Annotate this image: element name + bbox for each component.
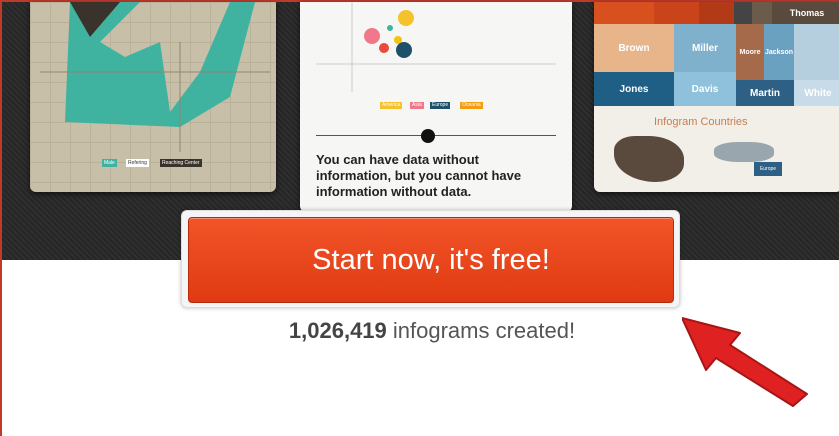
tile-white: White — [794, 80, 839, 106]
tile — [752, 2, 772, 24]
map-shape — [714, 142, 774, 162]
legend-chip-3: Reaching Center — [160, 159, 202, 167]
tile-jackson: Jackson — [764, 24, 794, 80]
tile-davis: Davis — [674, 72, 736, 106]
tile — [594, 2, 654, 24]
map-shape — [614, 136, 684, 182]
legend-chip-2: Refering — [126, 159, 149, 167]
legend-chip-asia: Asia — [410, 102, 424, 109]
tile — [734, 2, 752, 24]
divider — [316, 135, 556, 136]
tile-moore: Moore — [736, 24, 764, 80]
legend-chip-oceania: Oceania — [460, 102, 483, 109]
start-now-button[interactable]: Start now, it's free! — [188, 217, 674, 303]
tile-jones: Jones — [594, 72, 674, 106]
bubble-chart-graphic — [316, 2, 556, 92]
legend-chip-america: America — [380, 102, 403, 109]
tile-brown: Brown — [594, 24, 674, 72]
map-label: Europe — [754, 162, 782, 176]
count-suffix: infograms created! — [386, 318, 576, 343]
tile-miller: Miller — [674, 24, 736, 72]
red-arrow-icon — [682, 317, 808, 407]
quote-text: You can have data without information, b… — [316, 152, 522, 199]
tile — [794, 24, 839, 80]
legend-chip-europe: Europe — [430, 102, 451, 109]
tile — [654, 2, 699, 24]
tile — [699, 2, 734, 24]
legend-chip-1: Male — [102, 159, 117, 167]
area-chart-graphic — [40, 2, 270, 152]
count-value: 1,026,419 — [288, 318, 387, 343]
tile-martin: Martin — [736, 80, 794, 106]
quote-icon — [421, 129, 435, 143]
infographic-card-area-chart[interactable]: Male Refering Reaching Center — [30, 2, 276, 192]
treemap-title: Infogram Countries — [654, 116, 748, 128]
infographic-card-quote[interactable]: America Asia Europe Oceania You can have… — [300, 2, 572, 212]
infographic-card-treemap[interactable]: Thomas Brown Miller Moore Jackson Jones … — [594, 2, 839, 192]
tile-thomas: Thomas — [772, 2, 839, 24]
